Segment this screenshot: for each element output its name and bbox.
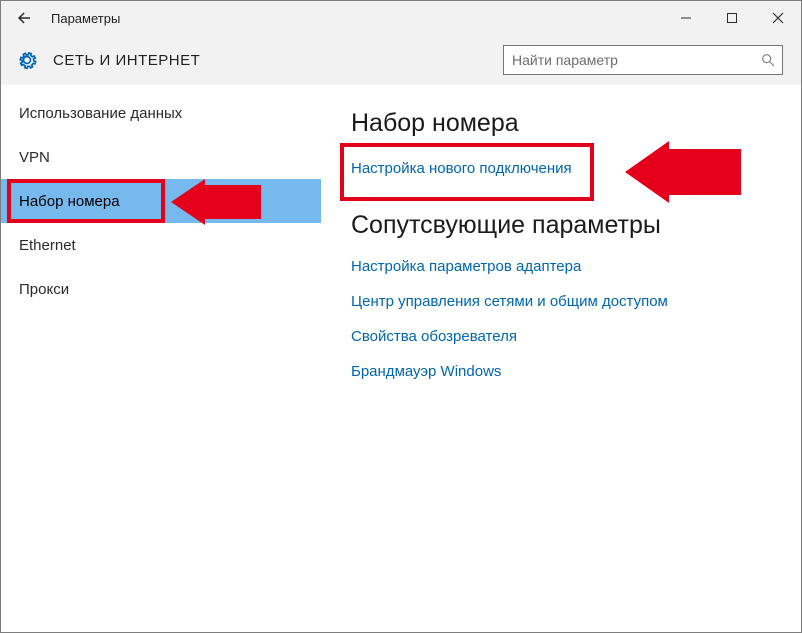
maximize-button[interactable] xyxy=(709,1,755,35)
related-heading: Сопутсвующие параметры xyxy=(351,211,785,240)
maximize-icon xyxy=(726,12,738,24)
back-button[interactable] xyxy=(1,1,47,35)
close-icon xyxy=(772,12,784,24)
internet-options-link[interactable]: Свойства обозревателя xyxy=(351,328,785,345)
search-placeholder: Найти параметр xyxy=(512,52,760,68)
page-header: СЕТЬ И ИНТЕРНЕТ Найти параметр xyxy=(1,35,801,85)
window-controls xyxy=(663,1,801,35)
back-arrow-icon xyxy=(15,9,33,27)
search-input[interactable]: Найти параметр xyxy=(503,45,783,75)
content-heading: Набор номера xyxy=(351,109,785,138)
sidebar-item-label: Набор номера xyxy=(19,193,120,210)
content-area: Набор номера Настройка нового подключени… xyxy=(321,85,801,632)
minimize-icon xyxy=(680,12,692,24)
sidebar-item-vpn[interactable]: VPN xyxy=(1,135,321,179)
firewall-link[interactable]: Брандмауэр Windows xyxy=(351,363,785,380)
sidebar-item-label: VPN xyxy=(19,149,50,166)
sidebar: Использование данных VPN Набор номера Et… xyxy=(1,85,321,632)
page-title: СЕТЬ И ИНТЕРНЕТ xyxy=(53,52,200,69)
sidebar-item-label: Прокси xyxy=(19,281,69,298)
sidebar-item-data-usage[interactable]: Использование данных xyxy=(1,91,321,135)
minimize-button[interactable] xyxy=(663,1,709,35)
new-connection-link[interactable]: Настройка нового подключения xyxy=(351,160,785,177)
sidebar-item-ethernet[interactable]: Ethernet xyxy=(1,223,321,267)
sidebar-item-label: Использование данных xyxy=(19,105,182,122)
titlebar: Параметры xyxy=(1,1,801,35)
sidebar-item-dialup[interactable]: Набор номера xyxy=(1,179,321,223)
close-button[interactable] xyxy=(755,1,801,35)
gear-icon xyxy=(15,48,39,72)
sidebar-item-label: Ethernet xyxy=(19,237,76,254)
adapter-settings-link[interactable]: Настройка параметров адаптера xyxy=(351,258,785,275)
search-icon xyxy=(760,52,776,68)
window-title: Параметры xyxy=(51,11,120,26)
sidebar-item-proxy[interactable]: Прокси xyxy=(1,267,321,311)
settings-window: Параметры СЕТЬ xyxy=(0,0,802,633)
body: Использование данных VPN Набор номера Et… xyxy=(1,85,801,632)
network-center-link[interactable]: Центр управления сетями и общим доступом xyxy=(351,293,785,310)
